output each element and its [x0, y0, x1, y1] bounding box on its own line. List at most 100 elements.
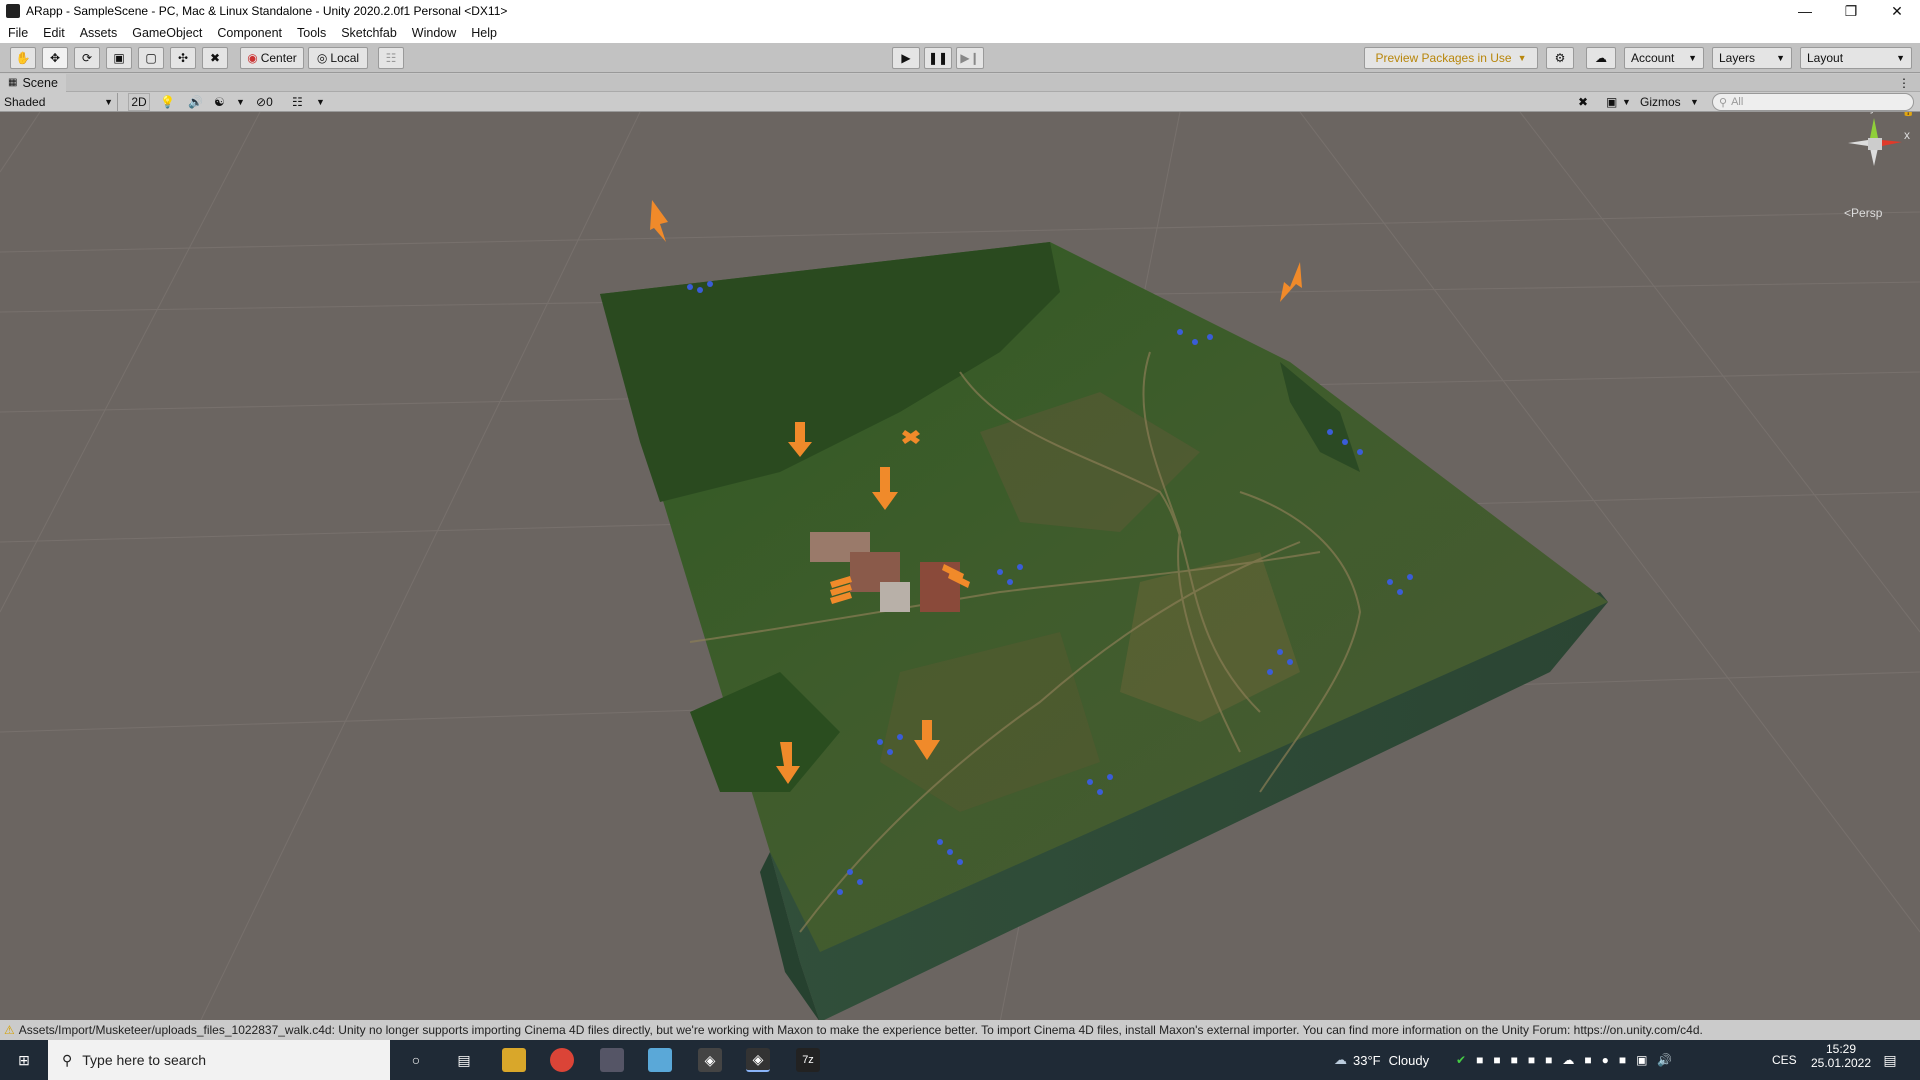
chevron-down-icon: ▼	[1776, 53, 1785, 63]
camera-icon[interactable]: ▣	[1606, 93, 1617, 111]
account-dropdown[interactable]: Account ▼	[1624, 47, 1704, 69]
menu-component[interactable]: Component	[217, 26, 282, 40]
more-options-icon[interactable]: ⋮	[1898, 76, 1910, 90]
scene-viewport[interactable]: y x 🔒 <Persp	[0, 112, 1920, 1022]
chrome-icon[interactable]	[550, 1048, 574, 1072]
chevron-down-icon: ▼	[1688, 53, 1697, 63]
tray-app-icon[interactable]: ■	[1493, 1053, 1500, 1067]
unity-hub-icon[interactable]: ◈	[698, 1048, 722, 1072]
language-indicator[interactable]: CES	[1772, 1040, 1797, 1080]
step-button[interactable]: ▶❙	[956, 47, 984, 69]
x-axis-cone[interactable]	[1882, 140, 1902, 146]
minimize-icon[interactable]: —	[1782, 0, 1828, 22]
discord-icon[interactable]: ●	[1602, 1053, 1609, 1067]
menu-window[interactable]: Window	[412, 26, 456, 40]
neg-y-axis-cone[interactable]	[1870, 148, 1878, 166]
grid-snap-icon[interactable]: ☷	[378, 47, 404, 69]
menu-assets[interactable]: Assets	[80, 26, 118, 40]
toggle-2d-button[interactable]: 2D	[128, 93, 150, 111]
menu-gameobject[interactable]: GameObject	[132, 26, 202, 40]
tray-app-icon[interactable]: ■	[1619, 1053, 1626, 1067]
lighting-icon[interactable]: 💡	[160, 93, 175, 111]
app-icon[interactable]	[648, 1048, 672, 1072]
system-tray: ✔ ■ ■ ■ ■ ■ ☁ ■ ● ■ ▣ 🔊	[1456, 1040, 1672, 1080]
menu-tools[interactable]: Tools	[297, 26, 326, 40]
rotate-tool-icon[interactable]: ⟳	[74, 47, 100, 69]
onedrive-icon[interactable]: ☁	[1562, 1053, 1574, 1067]
hand-tool-icon[interactable]: ✋	[10, 47, 36, 69]
audio-icon[interactable]: 🔊	[188, 93, 203, 111]
projection-toggle[interactable]: <Persp	[1844, 206, 1882, 220]
rect-tool-icon[interactable]: ▢	[138, 47, 164, 69]
orientation-gizmo[interactable]	[1838, 112, 1918, 192]
7zip-icon[interactable]: 7z	[796, 1048, 820, 1072]
scene-visibility-toggle[interactable]: ⊘ 0	[256, 93, 273, 111]
transform-tool-icon[interactable]: ✣	[170, 47, 196, 69]
weather-temp: 33°F	[1353, 1052, 1381, 1068]
tray-app-icon[interactable]: ■	[1545, 1053, 1552, 1067]
layers-dropdown[interactable]: Layers ▼	[1712, 47, 1792, 69]
menu-edit[interactable]: Edit	[43, 26, 65, 40]
preview-packages-button[interactable]: Preview Packages in Use ▼	[1364, 47, 1538, 69]
file-explorer-icon[interactable]	[502, 1048, 526, 1072]
lock-icon[interactable]: 🔒	[1902, 112, 1914, 117]
draw-mode-dropdown[interactable]: Shaded ▼	[4, 93, 118, 111]
chevron-down-icon[interactable]: ▼	[1690, 93, 1699, 111]
chevron-down-icon: ▼	[1517, 53, 1527, 63]
close-icon[interactable]: ✕	[1874, 0, 1920, 22]
search-icon: ⚲	[62, 1051, 73, 1068]
network-icon[interactable]: ▣	[1636, 1053, 1647, 1067]
collab-settings-icon[interactable]: ⚙	[1546, 47, 1574, 69]
language-label: CES	[1772, 1053, 1797, 1067]
tools-icon[interactable]: ✖	[1578, 93, 1588, 111]
menu-file[interactable]: File	[8, 26, 28, 40]
gizmo-center[interactable]	[1868, 138, 1882, 150]
local-space-icon: ◎	[316, 51, 328, 65]
cloud-icon[interactable]: ☁	[1586, 47, 1616, 69]
move-tool-icon[interactable]: ✥	[42, 47, 68, 69]
gizmos-button[interactable]: Gizmos	[1640, 93, 1681, 111]
unity-editor-icon[interactable]: ◈	[746, 1048, 770, 1072]
menu-help[interactable]: Help	[471, 26, 497, 40]
grid-icon[interactable]: ☷	[292, 93, 303, 111]
hidden-count: 0	[266, 95, 273, 109]
notifications-icon[interactable]: ▤	[1878, 1048, 1902, 1072]
console-status-bar[interactable]: ⚠ Assets/Import/Musketeer/uploads_files_…	[0, 1020, 1920, 1040]
volume-icon[interactable]: 🔊	[1657, 1053, 1672, 1067]
scene-render[interactable]	[0, 112, 1920, 1022]
play-button[interactable]: ▶	[892, 47, 920, 69]
layers-label: Layers	[1719, 51, 1756, 65]
chevron-down-icon[interactable]: ▼	[236, 93, 245, 111]
clock[interactable]: 15:29 25.01.2022	[1806, 1042, 1876, 1078]
weather-widget[interactable]: ☁ 33°F Cloudy	[1334, 1040, 1429, 1080]
scene-icon: ▦	[8, 77, 18, 88]
scene-tab-strip: ▦ Scene ⋮	[0, 73, 1920, 92]
pivot-center-toggle[interactable]: ◉ Center	[240, 47, 304, 69]
task-view-icon[interactable]: ▤	[452, 1048, 476, 1072]
chevron-down-icon[interactable]: ▼	[316, 93, 325, 111]
tray-app-icon[interactable]: ■	[1511, 1053, 1518, 1067]
effects-icon[interactable]: ☯	[214, 93, 225, 111]
tray-app-icon[interactable]: ■	[1584, 1053, 1591, 1067]
scale-tool-icon[interactable]: ▣	[106, 47, 132, 69]
scene-tab[interactable]: ▦ Scene	[0, 73, 66, 92]
layout-dropdown[interactable]: Layout ▼	[1800, 47, 1912, 69]
chevron-down-icon[interactable]: ▼	[1622, 93, 1631, 111]
windows-start-icon[interactable]: ⊞	[12, 1048, 36, 1072]
tray-app-icon[interactable]: ■	[1528, 1053, 1535, 1067]
y-axis-cone[interactable]	[1870, 118, 1878, 138]
scene-search-input[interactable]: ⚲ All	[1712, 93, 1914, 111]
app-icon[interactable]	[600, 1048, 624, 1072]
pivot-space-toggle[interactable]: ◎ Local	[308, 47, 368, 69]
menu-sketchfab[interactable]: Sketchfab	[341, 26, 397, 40]
windows-taskbar: ⊞ ⚲ Type here to search ○ ▤ ◈ ◈ 7z ☁ 33°…	[0, 1040, 1920, 1080]
tray-check-icon[interactable]: ✔	[1456, 1053, 1466, 1067]
custom-tool-icon[interactable]: ✖	[202, 47, 228, 69]
restore-icon[interactable]: ❐	[1828, 0, 1874, 22]
cortana-icon[interactable]: ○	[404, 1048, 428, 1072]
clock-date: 25.01.2022	[1810, 1056, 1872, 1070]
neg-x-axis-cone[interactable]	[1848, 140, 1868, 146]
taskbar-search-input[interactable]: ⚲ Type here to search	[48, 1040, 390, 1080]
tray-app-icon[interactable]: ■	[1476, 1053, 1483, 1067]
pause-button[interactable]: ❚❚	[924, 47, 952, 69]
